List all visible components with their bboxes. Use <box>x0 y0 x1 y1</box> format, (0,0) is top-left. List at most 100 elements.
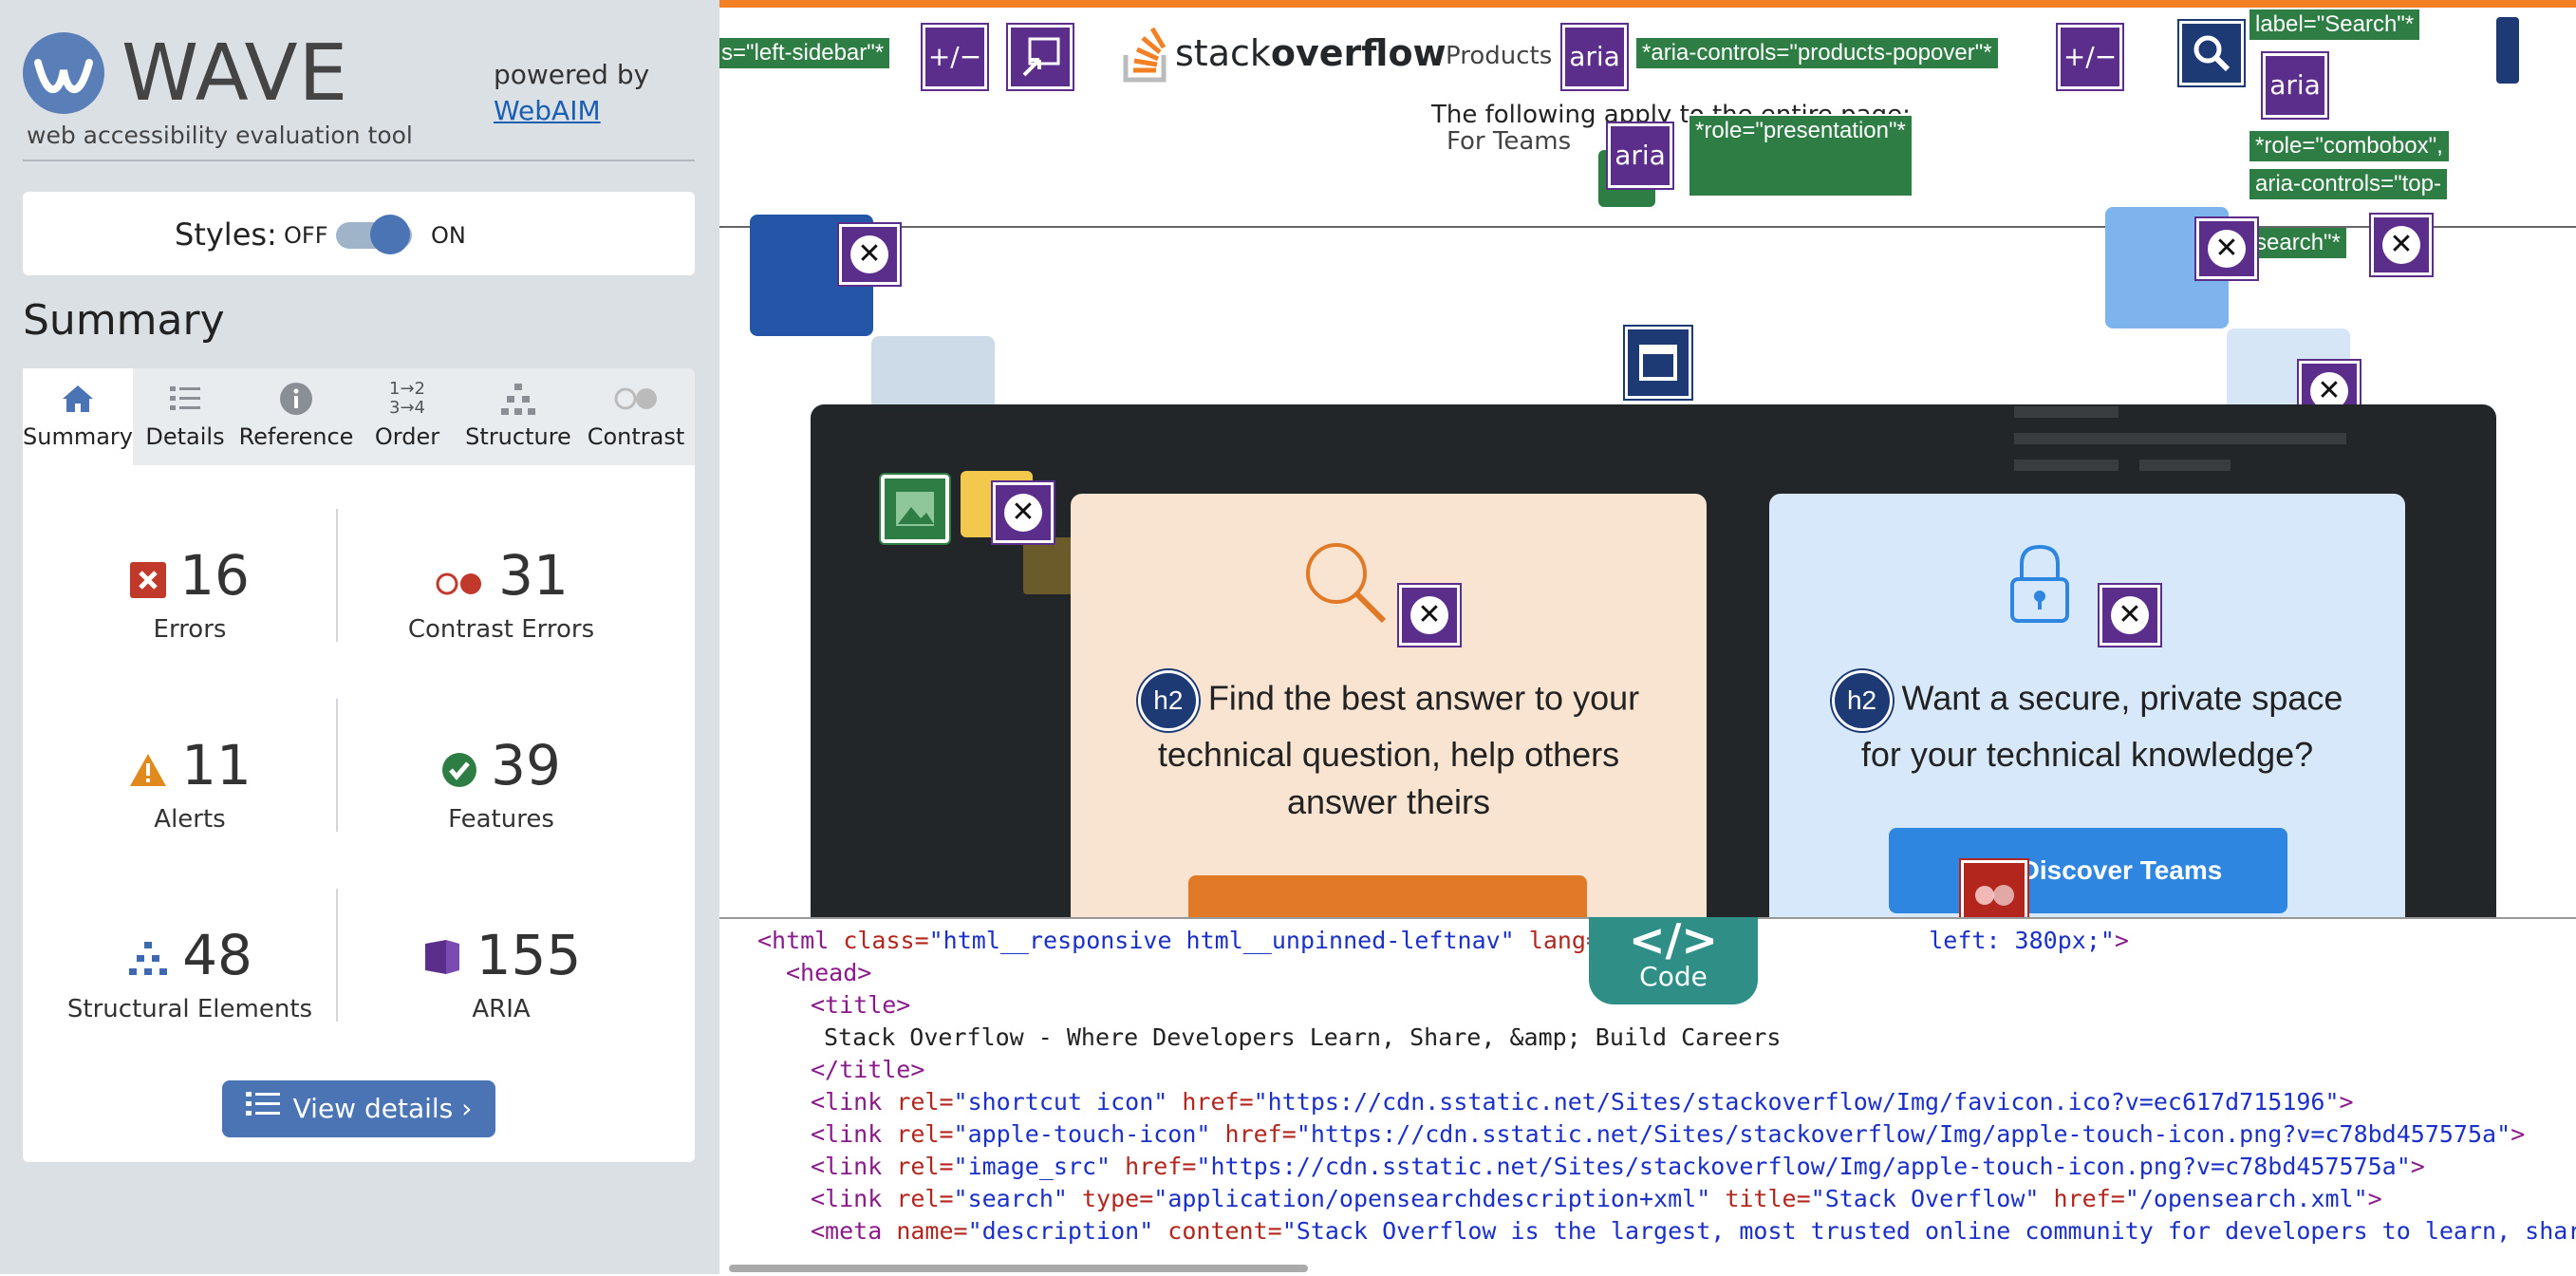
code-token: "https://cdn.sstatic.net/Sites/stackover… <box>1196 1153 2411 1180</box>
card-right-heading: Want a secure, private space for your te… <box>1860 678 2343 774</box>
aria-tag-top-search[interactable]: search"* <box>2248 226 2348 260</box>
code-line: </title> <box>811 1056 924 1083</box>
h2-badge-icon[interactable]: h2 <box>1137 670 1199 731</box>
code-token: "description" <box>967 1217 1168 1245</box>
stackoverflow-wordmark[interactable]: stackoverflow <box>1175 32 1447 74</box>
discover-teams-label: Discover Teams <box>2020 855 2223 885</box>
styles-toggle-knob[interactable] <box>370 215 410 254</box>
stat-structural[interactable]: 48 Structural Elements <box>38 921 342 1023</box>
aria-badge[interactable]: aria <box>1608 123 1672 188</box>
error-badge-icon[interactable]: ✕ <box>2371 215 2432 275</box>
aria-plusminus-icon[interactable]: +/− <box>923 25 987 89</box>
code-icon: </> <box>1629 914 1718 966</box>
code-token: "https://cdn.sstatic.net/Sites/stackover… <box>1296 1120 2511 1148</box>
error-badge-icon[interactable]: ✕ <box>839 224 900 285</box>
h2-badge-icon[interactable]: h2 <box>1831 670 1893 731</box>
home-icon <box>23 380 133 418</box>
code-token: "application/opensearchdescription+xml" <box>1153 1185 1726 1212</box>
stat-aria[interactable]: 155 ARIA <box>349 921 653 1023</box>
code-toggle-button[interactable]: </> Code <box>1589 917 1758 1004</box>
stat-alerts[interactable]: 11 Alerts <box>38 731 342 834</box>
summary-card: 16 Errors 31 Contrast Errors 11 Alerts 3… <box>23 465 695 1162</box>
tab-label: Structure <box>465 423 571 450</box>
aria-plusminus-icon[interactable]: +/− <box>2058 25 2122 89</box>
hero-placeholder-bar <box>2014 433 2346 444</box>
wave-logo-icon <box>23 32 104 114</box>
code-token: > <box>2511 1120 2526 1148</box>
aria-tag-products-popover[interactable]: *aria-controls="products-popover"* <box>1634 36 2000 70</box>
tab-reference[interactable]: Reference <box>237 368 355 465</box>
structure-icon <box>459 380 577 418</box>
contrast-error-icon[interactable] <box>1961 860 2027 917</box>
card-left-heading: Find the best answer to your technical q… <box>1157 678 1640 821</box>
wave-sidebar: WAVE web accessibility evaluation tool p… <box>0 0 719 1274</box>
join-community-button[interactable] <box>1188 875 1587 917</box>
contrast-icon <box>577 380 695 418</box>
view-details-button[interactable]: View details › <box>222 1080 495 1137</box>
code-token: content= <box>1167 1217 1282 1245</box>
contrast-errors-label: Contrast Errors <box>407 615 595 644</box>
tab-order[interactable]: 1→2 3→4 Order <box>355 368 459 465</box>
lock-icon <box>2007 541 2073 630</box>
landmark-icon[interactable] <box>1625 327 1691 399</box>
code-token: rel= <box>896 1088 954 1116</box>
stat-errors[interactable]: 16 Errors <box>38 541 342 644</box>
code-token: rel= <box>896 1120 954 1148</box>
error-badge-icon[interactable]: ✕ <box>1399 585 1460 646</box>
contrast-error-icon <box>434 545 485 613</box>
card-right-text: h2 Want a secure, private space for your … <box>1807 670 2367 779</box>
discover-teams-button[interactable]: Discover Teams <box>1889 828 2287 913</box>
alerts-label: Alerts <box>154 805 226 834</box>
hero-placeholder-bar <box>2014 406 2119 418</box>
code-token: <title> <box>811 991 911 1019</box>
errors-label: Errors <box>153 615 227 644</box>
nav-for-teams[interactable]: For Teams <box>1447 127 1571 156</box>
stat-contrast-errors[interactable]: 31 Contrast Errors <box>349 541 653 644</box>
aria-tag-search-label[interactable]: label="Search"* <box>2248 8 2422 42</box>
styles-off-label: OFF <box>284 222 328 249</box>
image-alt-icon[interactable] <box>881 475 949 543</box>
aria-tag-presentation[interactable]: *role="presentation"* <box>1688 114 1913 197</box>
code-line: <link rel="image_src" href="https://cdn.… <box>811 1153 2425 1180</box>
code-line: <link rel="search" type="application/ope… <box>811 1185 2382 1212</box>
code-token: <link <box>811 1153 897 1180</box>
evaluated-page: s="left-sidebar"* +/− stackoverflow Prod… <box>719 0 2576 917</box>
tab-contrast[interactable]: Contrast <box>577 368 695 465</box>
wave-subtitle: web accessibility evaluation tool <box>27 122 413 149</box>
stat-features[interactable]: 39 Features <box>349 731 653 834</box>
error-icon <box>130 545 167 613</box>
aria-count: 155 <box>476 923 582 987</box>
error-badge-icon[interactable]: ✕ <box>2196 218 2257 279</box>
mobile-menu-icon[interactable] <box>2496 17 2519 84</box>
aria-tag-left-sidebar[interactable]: s="left-sidebar"* <box>719 36 892 70</box>
divider <box>23 160 695 161</box>
code-token: <html <box>757 927 844 954</box>
code-token: <meta <box>811 1217 897 1245</box>
aria-badge[interactable]: aria <box>1562 25 1627 89</box>
code-token: "image_src" <box>953 1153 1126 1180</box>
code-line: <title> <box>811 991 910 1019</box>
code-token: > <box>2114 927 2129 954</box>
horizontal-scrollbar[interactable] <box>729 1265 1308 1272</box>
aria-tag-combobox-controls[interactable]: aria-controls="top- <box>2248 167 2449 201</box>
aria-tag-combobox[interactable]: *role="combobox", <box>2248 129 2451 163</box>
nav-products[interactable]: Products <box>1446 42 1552 70</box>
search-icon[interactable] <box>2179 21 2244 85</box>
stackoverflow-logo-icon[interactable] <box>1122 17 1173 84</box>
code-line: <meta name="description" content="Stack … <box>811 1217 2576 1245</box>
magnifier-icon <box>1298 535 1393 634</box>
aria-badge[interactable]: aria <box>2263 53 2327 118</box>
list-icon <box>133 380 237 418</box>
error-badge-icon[interactable]: ✕ <box>2100 585 2160 646</box>
tab-summary[interactable]: Summary <box>23 368 133 468</box>
logo-word-overflow: overflow <box>1270 32 1447 74</box>
tab-details[interactable]: Details <box>133 368 237 465</box>
features-count: 39 <box>491 733 561 798</box>
webaim-link[interactable]: WebAIM <box>494 95 601 126</box>
popup-icon[interactable] <box>1008 25 1073 89</box>
tab-structure[interactable]: Structure <box>459 368 577 465</box>
error-badge-icon[interactable]: ✕ <box>993 482 1054 543</box>
code-token: <link <box>811 1120 897 1148</box>
code-token: "/opensearch.xml" <box>2124 1185 2368 1212</box>
details-list-icon <box>245 1081 280 1138</box>
